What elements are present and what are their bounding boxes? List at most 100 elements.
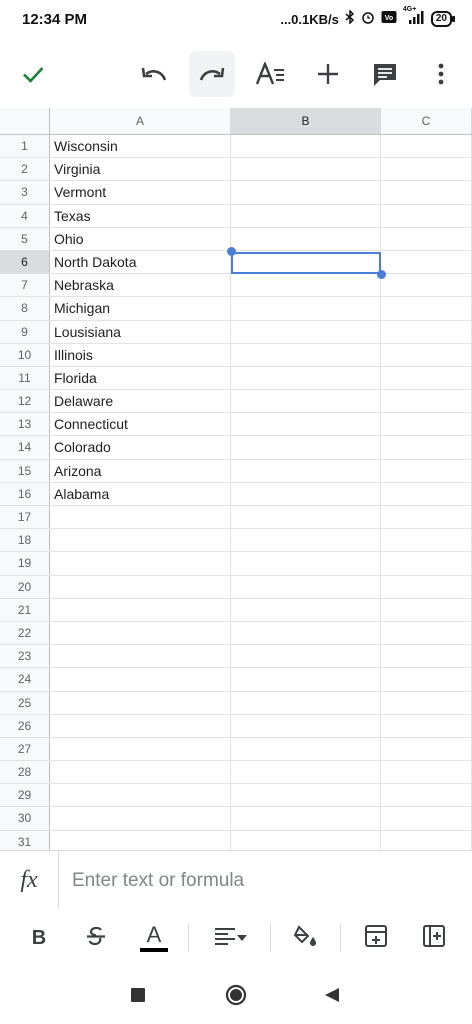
formula-input[interactable] (72, 869, 452, 893)
cell-a[interactable]: Ohio (50, 227, 231, 250)
selection-handle-top[interactable] (227, 247, 236, 256)
cell-b[interactable] (231, 807, 381, 830)
cell-c[interactable] (381, 320, 472, 343)
cell-a[interactable] (50, 552, 231, 575)
cell-b[interactable] (231, 691, 381, 714)
cell-c[interactable] (381, 645, 472, 668)
cell-a[interactable]: Michigan (50, 297, 231, 320)
cell-c[interactable] (381, 784, 472, 807)
cell-c[interactable] (381, 621, 472, 645)
cell-b[interactable] (231, 668, 381, 691)
cell-c[interactable] (381, 552, 472, 575)
text-color-button[interactable]: A (134, 920, 174, 956)
row-header[interactable]: 5 (0, 227, 50, 250)
row-header[interactable]: 20 (0, 575, 50, 598)
cell-a[interactable]: Colorado (50, 436, 231, 459)
cell-b[interactable] (231, 390, 381, 413)
insert-row-button[interactable] (356, 920, 396, 956)
cell-b[interactable] (231, 482, 381, 505)
cell-c[interactable] (381, 274, 472, 297)
cell-b[interactable] (231, 227, 381, 250)
cell-a[interactable]: Lousisiana (50, 320, 231, 343)
recents-button[interactable] (131, 988, 145, 1007)
row-header[interactable]: 9 (0, 320, 50, 343)
cell-c[interactable] (381, 529, 472, 552)
cell-c[interactable] (381, 297, 472, 320)
cell-a[interactable]: Virginia (50, 158, 231, 181)
bold-button[interactable]: B (19, 920, 59, 956)
cell-a[interactable] (50, 691, 231, 714)
cell-c[interactable] (381, 413, 472, 436)
row-header[interactable]: 10 (0, 343, 50, 366)
cell-c[interactable] (381, 158, 472, 181)
cell-b[interactable] (231, 598, 381, 621)
cell-b[interactable] (231, 250, 381, 274)
cell-b[interactable] (231, 575, 381, 598)
cell-b[interactable] (231, 714, 381, 737)
cell-b[interactable] (231, 343, 381, 366)
cell-a[interactable] (50, 506, 231, 529)
cell-a[interactable] (50, 830, 231, 850)
spreadsheet-grid[interactable]: A B C 1 Wisconsin 2 Virginia 3 Vermont 4 Texas 5… (0, 108, 472, 850)
cell-c[interactable] (381, 227, 472, 250)
more-options-button[interactable] (418, 51, 464, 97)
row-header[interactable]: 17 (0, 506, 50, 529)
row-header[interactable]: 25 (0, 691, 50, 714)
cell-c[interactable] (381, 761, 472, 784)
strikethrough-button[interactable] (76, 920, 116, 956)
cell-c[interactable] (381, 343, 472, 366)
cell-a[interactable]: Connecticut (50, 413, 231, 436)
column-header-c[interactable]: C (381, 108, 472, 134)
cell-a[interactable] (50, 761, 231, 784)
row-header[interactable]: 27 (0, 737, 50, 761)
row-header[interactable]: 28 (0, 761, 50, 784)
cell-b[interactable] (231, 274, 381, 297)
cell-b[interactable] (231, 135, 381, 158)
row-header[interactable]: 19 (0, 552, 50, 575)
cell-a[interactable] (50, 598, 231, 621)
cell-b[interactable] (231, 529, 381, 552)
cell-c[interactable] (381, 204, 472, 227)
cell-a[interactable]: Vermont (50, 181, 231, 204)
cell-b[interactable] (231, 737, 381, 761)
row-header[interactable]: 31 (0, 830, 50, 850)
cell-c[interactable] (381, 506, 472, 529)
row-header[interactable]: 12 (0, 390, 50, 413)
row-header[interactable]: 3 (0, 181, 50, 204)
cell-c[interactable] (381, 366, 472, 390)
cell-a[interactable]: Florida (50, 366, 231, 390)
undo-button[interactable] (131, 51, 177, 97)
cell-c[interactable] (381, 668, 472, 691)
row-header[interactable]: 30 (0, 807, 50, 830)
cell-c[interactable] (381, 181, 472, 204)
cell-b[interactable] (231, 366, 381, 390)
cell-b[interactable] (231, 784, 381, 807)
cell-a[interactable] (50, 575, 231, 598)
row-header[interactable]: 24 (0, 668, 50, 691)
cell-a[interactable]: Illinois (50, 343, 231, 366)
cell-a[interactable]: Nebraska (50, 274, 231, 297)
cell-b[interactable] (231, 297, 381, 320)
cell-c[interactable] (381, 691, 472, 714)
row-header[interactable]: 23 (0, 645, 50, 668)
cell-c[interactable] (381, 714, 472, 737)
cell-c[interactable] (381, 598, 472, 621)
cell-a[interactable] (50, 714, 231, 737)
cell-a[interactable]: Alabama (50, 482, 231, 505)
cell-c[interactable] (381, 459, 472, 482)
row-header[interactable]: 2 (0, 158, 50, 181)
row-header[interactable]: 21 (0, 598, 50, 621)
selection-handle-bottom[interactable] (377, 270, 386, 279)
cell-a[interactable]: Wisconsin (50, 135, 231, 158)
column-header-b[interactable]: B (231, 108, 381, 134)
fx-icon[interactable]: fx (0, 851, 59, 909)
cell-c[interactable] (381, 390, 472, 413)
cell-b[interactable] (231, 204, 381, 227)
select-all-corner[interactable] (0, 108, 50, 134)
cell-b[interactable] (231, 181, 381, 204)
column-header-a[interactable]: A (50, 108, 231, 134)
insert-button[interactable] (305, 51, 351, 97)
cell-c[interactable] (381, 807, 472, 830)
cell-a[interactable] (50, 807, 231, 830)
cell-a[interactable]: Arizona (50, 459, 231, 482)
